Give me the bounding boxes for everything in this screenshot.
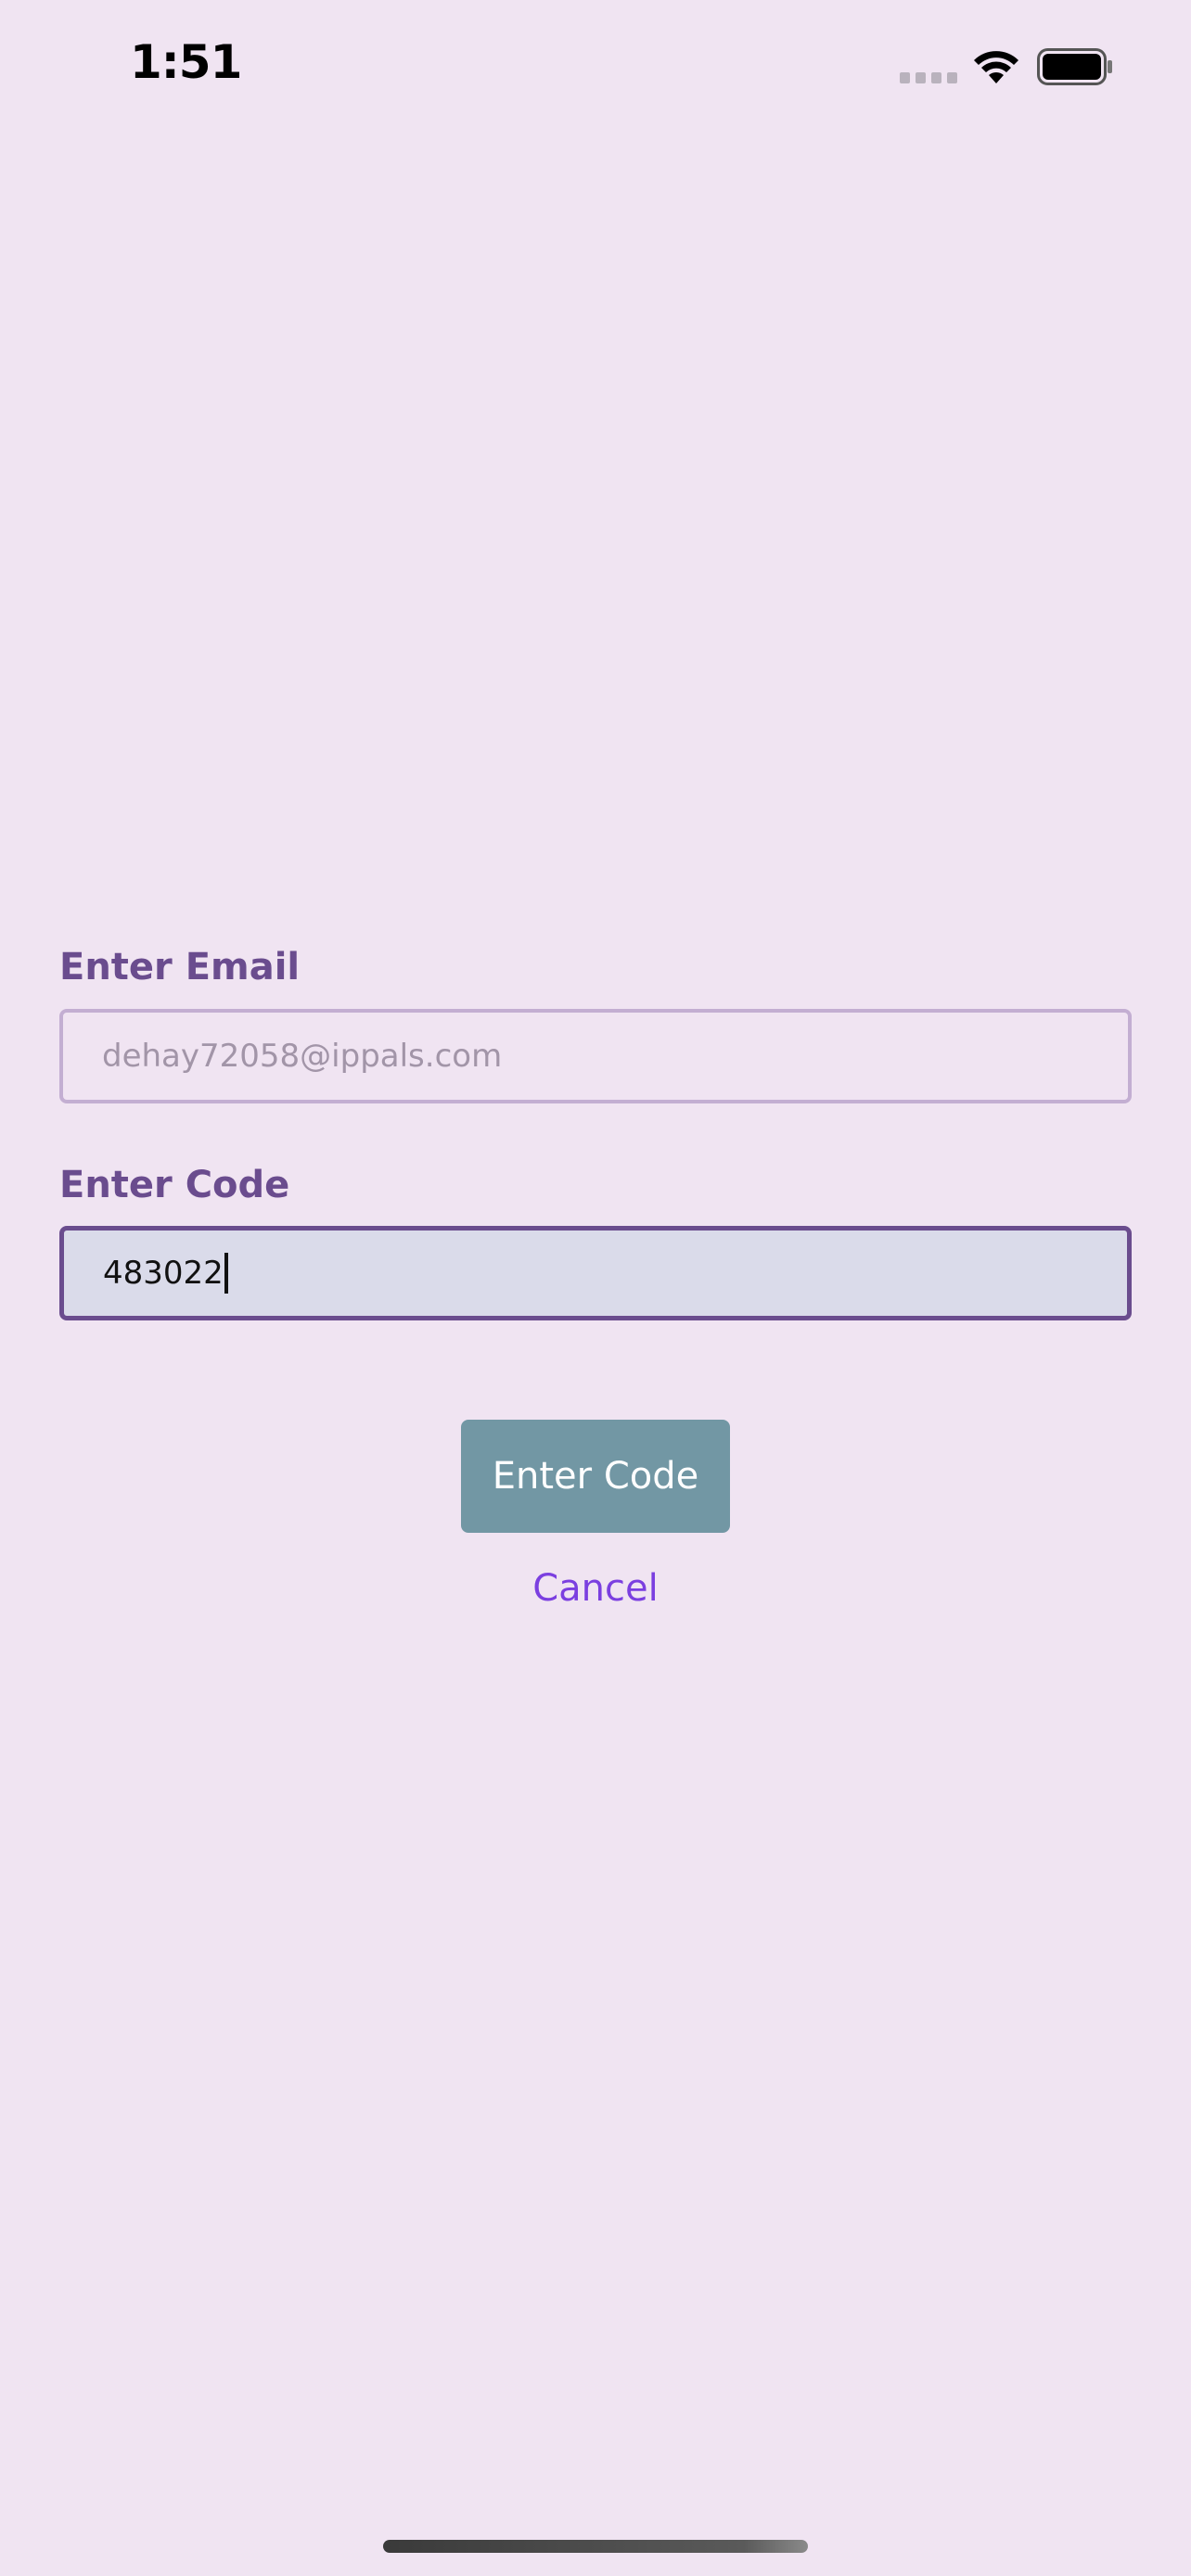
email-field[interactable]: dehay72058@ippals.com <box>59 1009 1132 1103</box>
code-label: Enter Code <box>59 1164 290 1206</box>
battery-icon <box>1037 48 1112 85</box>
code-value: 483022 <box>103 1255 224 1292</box>
email-value: dehay72058@ippals.com <box>102 1038 503 1075</box>
home-indicator[interactable] <box>383 2540 808 2553</box>
enter-code-button[interactable]: Enter Code <box>461 1420 730 1533</box>
email-label: Enter Email <box>59 946 301 988</box>
enter-code-button-label: Enter Code <box>492 1455 699 1498</box>
code-field[interactable]: 483022 <box>59 1226 1132 1320</box>
signal-icon <box>900 72 957 83</box>
status-bar: 1:51 <box>0 0 1191 139</box>
cancel-button[interactable]: Cancel <box>0 1567 1191 1610</box>
cancel-button-label: Cancel <box>532 1567 659 1610</box>
text-cursor <box>224 1253 228 1294</box>
wifi-icon <box>974 51 1018 83</box>
status-time: 1:51 <box>130 35 242 89</box>
